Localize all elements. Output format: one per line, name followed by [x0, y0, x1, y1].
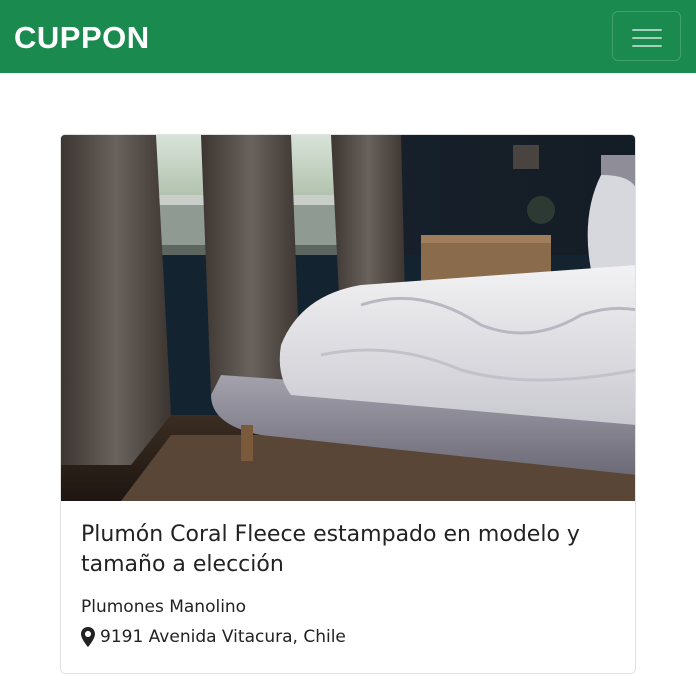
deal-address: 9191 Avenida Vitacura, Chile	[81, 625, 346, 649]
brand-logo[interactable]: CUPPON	[14, 18, 150, 58]
navbar-toggler-button[interactable]	[612, 11, 681, 61]
deal-vendor: Plumones Manolino	[81, 597, 247, 617]
deal-image[interactable]	[61, 135, 636, 501]
deal-title[interactable]: Plumón Coral Fleece estampado en modelo …	[81, 520, 611, 580]
map-marker-icon	[81, 627, 95, 647]
deal-address-text: 9191 Avenida Vitacura, Chile	[100, 627, 346, 647]
top-navbar: CUPPON	[0, 0, 696, 73]
deal-card[interactable]: Plumón Coral Fleece estampado en modelo …	[60, 134, 636, 674]
